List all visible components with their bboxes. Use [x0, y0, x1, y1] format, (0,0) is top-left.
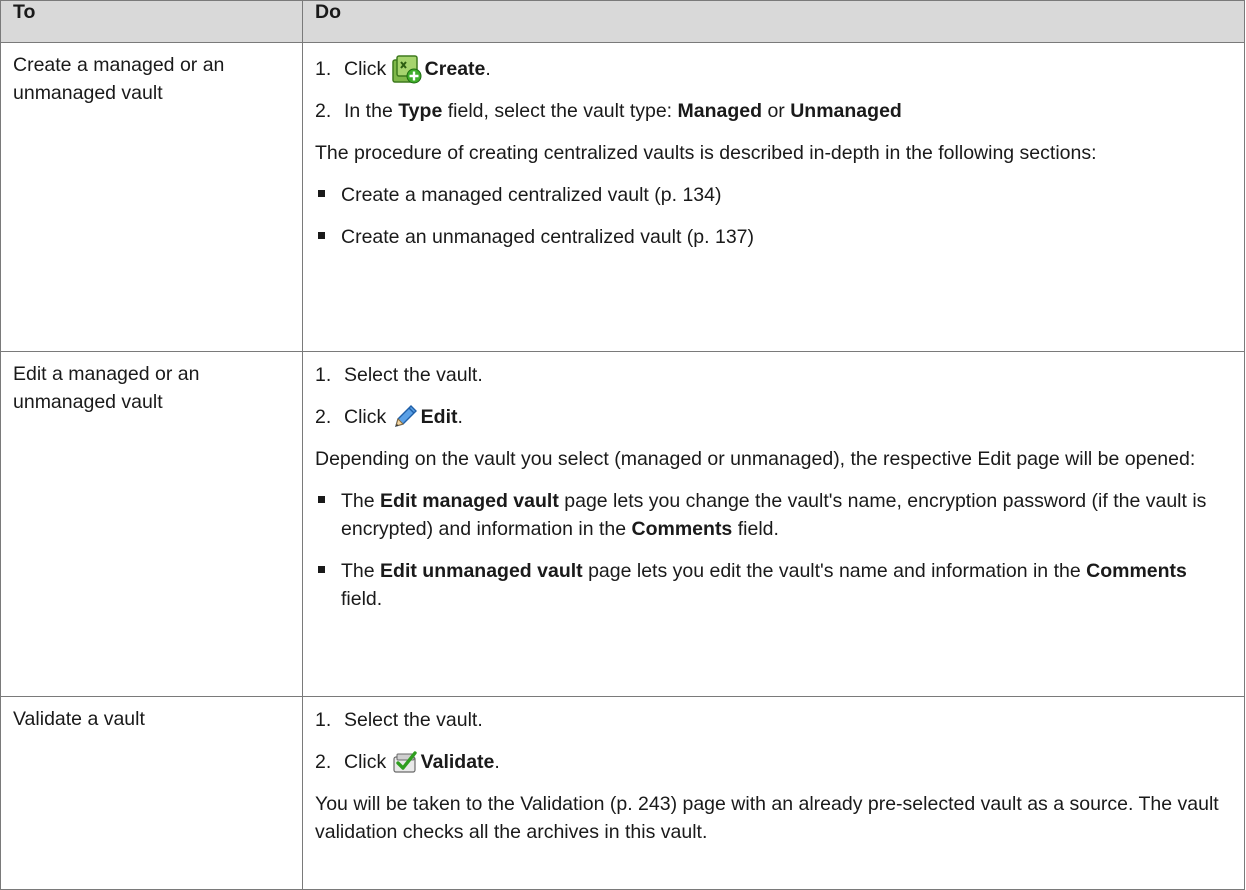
list-item: The Edit unmanaged vault page lets you e…: [315, 557, 1230, 613]
bullet-marker: [315, 557, 341, 613]
task-create-vault: Create a managed or an unmanaged vault: [0, 42, 303, 352]
description-text: Depending on the vault you select (manag…: [315, 448, 1196, 470]
bullet-marker: [315, 181, 341, 209]
instructions-create-vault: 1. Click Create. 2. In the Type field, s…: [302, 42, 1245, 352]
column-header-to: To: [0, 0, 303, 43]
step-1: 1. Select the vault.: [315, 709, 483, 731]
table-row: Validate a vault 1. Select the vault. 2.…: [0, 696, 1245, 890]
create-vault-icon: [391, 54, 422, 84]
step-2: 2. Click Edit.: [315, 403, 1230, 431]
table-row: Edit a managed or an unmanaged vault 1. …: [0, 351, 1245, 697]
step-2: 2. Click Validate.: [315, 748, 1230, 776]
list-item: Create a managed centralized vault (p. 1…: [315, 181, 1230, 209]
step-1: 1. Select the vault.: [315, 364, 483, 386]
create-action-label: Create: [424, 58, 486, 80]
table-header-row: To Do: [0, 0, 1245, 43]
description-text: The procedure of creating centralized va…: [315, 142, 1097, 164]
validate-action-label: Validate: [420, 751, 495, 773]
task-edit-vault: Edit a managed or an unmanaged vault: [0, 351, 303, 697]
instructions-edit-vault: 1. Select the vault. 2. Click Edit . Dep…: [302, 351, 1245, 697]
list-item: The Edit managed vault page lets you cha…: [315, 487, 1230, 543]
task-validate-vault: Validate a vault: [0, 696, 303, 890]
operations-table: To Do Create a managed or an unmanaged v…: [0, 0, 1245, 890]
bullet-marker: [315, 487, 341, 543]
validate-check-icon: [392, 749, 418, 775]
step-1: 1. Click Create.: [315, 54, 1230, 84]
instructions-validate-vault: 1. Select the vault. 2. Click Validate.: [302, 696, 1245, 890]
pencil-edit-icon: [392, 404, 418, 430]
edit-action-label: Edit: [420, 406, 458, 428]
table-row: Create a managed or an unmanaged vault 1…: [0, 42, 1245, 352]
bullet-marker: [315, 223, 341, 251]
column-header-do: Do: [302, 0, 1245, 43]
description-text: You will be taken to the Validation (p. …: [315, 793, 1219, 843]
list-item: Create an unmanaged centralized vault (p…: [315, 223, 1230, 251]
step-2: 2. In the Type field, select the vault t…: [315, 100, 902, 122]
